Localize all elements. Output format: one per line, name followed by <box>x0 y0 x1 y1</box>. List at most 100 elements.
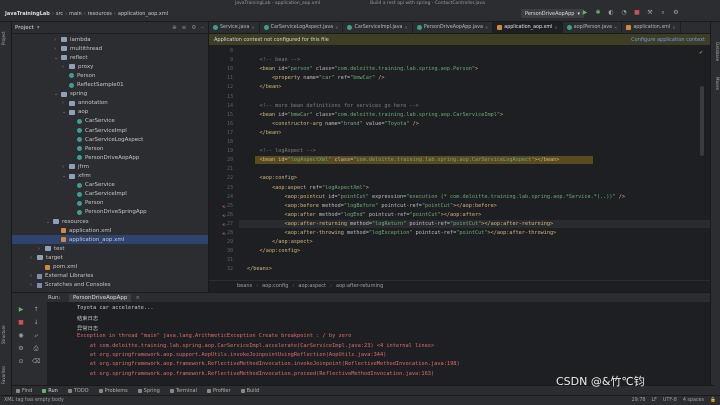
expand-arrow-icon[interactable]: › <box>30 255 34 261</box>
close-tab-icon[interactable]: × <box>614 25 617 30</box>
stop-icon[interactable]: ■ <box>17 319 25 327</box>
rerun-icon[interactable]: ▶ <box>17 306 25 314</box>
tree-item[interactable]: ⌄ reflect <box>12 53 208 62</box>
close-tab-icon[interactable]: × <box>335 25 338 30</box>
close-tab-icon[interactable]: × <box>251 25 254 30</box>
settings-icon[interactable]: ⚙ <box>17 345 25 353</box>
crumb-src[interactable]: src <box>56 11 63 17</box>
project-tool-tab[interactable]: Project <box>1 28 10 48</box>
tree-item[interactable]: CarServiceLogAspect <box>12 135 208 144</box>
close-tab-icon[interactable]: × <box>554 25 557 30</box>
tree-item[interactable]: pom.xml <box>12 263 208 272</box>
locate-icon[interactable]: ⊕ <box>172 25 177 31</box>
editor-tab[interactable]: Service.java × <box>209 22 260 33</box>
run-config-tab[interactable]: PersonDriveAopApp <box>69 293 132 302</box>
line-gutter[interactable]: 8 9 10 11 12 13 14 15 16 17 18 19 20 21 22 23 24 25 26 27 28… <box>209 46 239 280</box>
tree-item[interactable]: CarService <box>12 117 208 126</box>
maven-tool-tab[interactable]: Maven <box>712 77 720 97</box>
scroll-down-icon[interactable]: ↓ <box>32 319 40 327</box>
tree-item[interactable]: ⌄ spring <box>12 90 208 99</box>
soft-wrap-icon[interactable]: ⤶ <box>32 332 40 340</box>
project-title[interactable]: Project <box>15 25 34 31</box>
file-encoding[interactable]: UTF-8 <box>663 398 677 403</box>
advice-gutter-icon[interactable]: ⟲ <box>222 231 227 236</box>
pin-icon[interactable]: ⊙ <box>17 358 25 366</box>
advice-gutter-icon[interactable]: ⟲ <box>222 204 227 209</box>
close-tab-icon[interactable]: × <box>405 25 408 30</box>
expand-arrow-icon[interactable]: ⌄ <box>54 91 58 97</box>
tree-item[interactable]: › Scratches and Consoles <box>12 281 208 290</box>
advice-gutter-icon[interactable]: ⟲ <box>222 213 227 218</box>
crumb-file[interactable]: application_aop.xml <box>118 11 168 17</box>
breadcrumb-beans[interactable]: beans <box>237 283 252 289</box>
breadcrumb-aop-config[interactable]: aop:config <box>262 283 288 289</box>
editor-tab[interactable]: application_aop.xml × <box>493 22 563 33</box>
debug-icon[interactable]: ✱ <box>595 10 601 16</box>
advice-gutter-icon[interactable]: ⟲ <box>222 222 227 227</box>
bottom-tab[interactable]: Profiler <box>206 388 231 394</box>
settings-icon[interactable]: ⚙ <box>673 10 679 16</box>
expand-arrow-icon[interactable]: › <box>30 282 34 288</box>
camera-icon[interactable]: ◉ <box>17 332 25 340</box>
cursor-position[interactable]: 29:78 <box>632 398 646 403</box>
code-editor[interactable]: 8 9 10 11 12 13 14 15 16 17 18 19 20 21 22 23 24 25 26 27 28… <box>209 46 710 280</box>
crumb-resources[interactable]: resources <box>88 11 112 17</box>
favorites-tool-tab[interactable]: Favorites <box>1 362 10 387</box>
tree-item[interactable]: ReflectSample01 <box>12 81 208 90</box>
tree-item[interactable]: ⌄ resources <box>12 217 208 226</box>
console-line[interactable]: at com.deloitte.training.lab.spring.aop.… <box>77 343 434 349</box>
search-icon[interactable]: ⌕ <box>660 10 666 16</box>
expand-arrow-icon[interactable]: › <box>54 46 58 52</box>
breadcrumb-aop-aspect[interactable]: aop:aspect <box>298 283 326 289</box>
tree-item[interactable]: › External Libraries <box>12 272 208 281</box>
tree-item[interactable]: › multithread <box>12 44 208 53</box>
tree-item[interactable]: CarServiceImpl <box>12 126 208 135</box>
editor-tab[interactable]: application.xml × <box>622 22 681 33</box>
editor-tab[interactable]: PersonDriveAopApp.java × <box>413 22 494 33</box>
tree-item[interactable]: › jfrm <box>12 162 208 171</box>
close-icon[interactable]: × <box>135 295 140 301</box>
database-tool-tab[interactable]: Database <box>712 42 720 67</box>
print-icon[interactable]: ⎙ <box>32 345 40 353</box>
scroll-up-icon[interactable]: ↑ <box>32 306 40 314</box>
console-line[interactable]: at org.springframework.aop.framework.Ref… <box>77 371 434 377</box>
bottom-tab[interactable]: TODO <box>67 388 89 394</box>
tree-item[interactable]: ⌄ xfrm <box>12 172 208 181</box>
tree-item[interactable]: ⌄ aop <box>12 108 208 117</box>
tree-item[interactable]: › target <box>12 253 208 262</box>
tree-item[interactable]: › lambda <box>12 35 208 44</box>
lock-icon[interactable]: 🔓 <box>710 398 716 403</box>
tree-item[interactable]: PersonDriveAopApp <box>12 153 208 162</box>
console-line[interactable]: at org.springframework.aop.support.AopUt… <box>77 352 387 358</box>
bottom-tab[interactable]: Problems <box>98 388 128 394</box>
stop-icon[interactable]: ■ <box>634 10 640 16</box>
tree-item[interactable]: Person <box>12 71 208 80</box>
bottom-tab[interactable]: Terminal <box>169 388 197 394</box>
minimize-icon[interactable]: – <box>201 25 204 31</box>
editor-scrollbar[interactable] <box>700 86 704 156</box>
expand-arrow-icon[interactable]: › <box>62 100 66 106</box>
tree-item[interactable]: PersonDriveSpringApp <box>12 208 208 217</box>
console-line[interactable]: at org.springframework.aop.framework.Ref… <box>77 361 460 367</box>
configure-context-link[interactable]: Configure application context <box>631 37 705 43</box>
expand-arrow-icon[interactable]: › <box>54 37 58 43</box>
expand-arrow-icon[interactable]: ⌄ <box>54 55 58 61</box>
tree-item[interactable]: Person <box>12 199 208 208</box>
expand-arrow-icon[interactable]: ⌄ <box>62 173 66 179</box>
run-icon[interactable]: ▶ <box>582 10 588 16</box>
tree-item[interactable]: › test <box>12 244 208 253</box>
editor-tab[interactable]: aop/Person.java × <box>563 22 623 33</box>
build-icon[interactable]: ⚒ <box>647 10 653 16</box>
collapse-icon[interactable]: ≡ <box>182 25 187 31</box>
tree-item[interactable]: CarServiceImpl <box>12 190 208 199</box>
line-separator[interactable]: LF <box>651 398 656 403</box>
expand-arrow-icon[interactable]: › <box>62 64 66 70</box>
coverage-icon[interactable]: ◐ <box>608 10 614 16</box>
expand-arrow-icon[interactable]: ⌄ <box>46 219 50 225</box>
indent-setting[interactable]: 4 spaces <box>683 398 704 403</box>
inspection-ok-icon[interactable]: ✔ <box>699 50 703 56</box>
bottom-tab[interactable]: Spring <box>137 388 160 394</box>
tree-item[interactable]: Person <box>12 144 208 153</box>
structure-tool-tab[interactable]: Structure <box>1 322 10 347</box>
tree-item[interactable]: application_aop.xml <box>12 235 208 245</box>
